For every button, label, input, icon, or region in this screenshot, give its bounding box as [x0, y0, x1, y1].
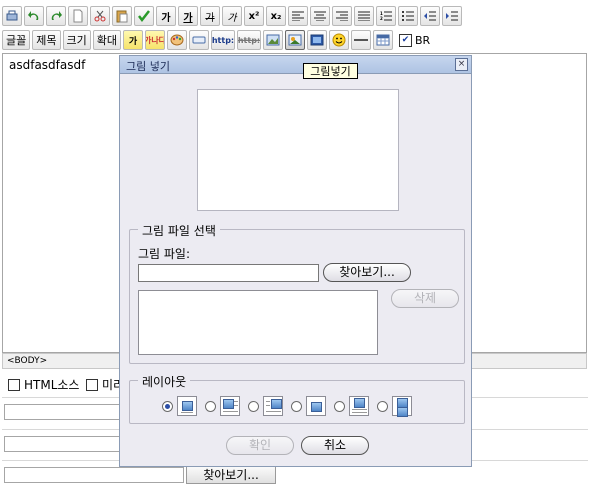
underline-button[interactable]: 가 [178, 6, 198, 26]
cancel-button[interactable]: 취소 [301, 436, 369, 455]
redo-icon[interactable] [46, 6, 66, 26]
image-preview [197, 89, 399, 211]
print-icon[interactable] [2, 6, 22, 26]
bullet-list-icon[interactable] [398, 6, 418, 26]
layout-top-icon [349, 396, 369, 416]
file-path-field[interactable] [4, 467, 184, 483]
align-justify-icon[interactable] [354, 6, 374, 26]
zoom-button[interactable]: 확대 [92, 30, 121, 50]
heading-button[interactable]: 제목 [32, 30, 61, 50]
emoticon-icon[interactable] [329, 30, 349, 50]
delete-button[interactable]: 삭제 [391, 289, 459, 308]
image-file-label: 그림 파일: [138, 247, 191, 261]
layout-left-icon [220, 396, 240, 416]
insert-image-tooltip: 그림넣기 [303, 63, 358, 79]
file-select-legend: 그림 파일 선택 [138, 222, 220, 239]
bold-button[interactable]: 가 [156, 6, 176, 26]
html-source-label: HTML소스 [24, 378, 80, 392]
layout-stacked-icon [392, 396, 412, 417]
layout-right-icon [263, 396, 283, 416]
size-button[interactable]: 크기 [62, 30, 91, 50]
strikethrough-button[interactable]: 가 [200, 6, 220, 26]
indent-icon[interactable] [442, 6, 462, 26]
editor-content[interactable]: asdfasdfasdf [9, 58, 85, 72]
layout-radio-center[interactable] [291, 400, 302, 412]
insert-image-icon[interactable] [285, 30, 305, 50]
layout-center-icon [306, 396, 326, 416]
horizontal-rule-icon[interactable] [351, 30, 371, 50]
undo-icon[interactable] [24, 6, 44, 26]
media-icon[interactable] [307, 30, 327, 50]
br-label: BR [415, 33, 431, 47]
br-checkbox[interactable]: ✔ [399, 33, 412, 47]
html-source-checkbox[interactable] [8, 378, 20, 391]
insert-toolbar: 글꼴 제목 크기 확대 가 가나다 http: http: ✔ BR [2, 29, 430, 51]
remove-link-button[interactable]: http: [237, 30, 261, 50]
align-right-icon[interactable] [332, 6, 352, 26]
subscript-button[interactable]: x₂ [266, 6, 286, 26]
layout-radio-stacked[interactable] [377, 400, 388, 412]
layout-legend: 레이아웃 [138, 373, 191, 390]
br-option[interactable]: ✔ BR [399, 33, 431, 47]
dialog-title: 그림 넣기 [126, 60, 170, 73]
cut-icon[interactable] [90, 6, 110, 26]
paste-icon[interactable] [112, 6, 132, 26]
italic-button[interactable]: 가 [222, 6, 242, 26]
formatting-toolbar: 가 가 가 가 x² x₂ 12 [2, 5, 464, 27]
new-page-icon[interactable] [68, 6, 88, 26]
background-color-button[interactable]: 가나다 [145, 30, 165, 50]
palette-icon[interactable] [167, 30, 187, 50]
image-file-input[interactable] [138, 264, 319, 282]
svg-text:2: 2 [380, 16, 383, 21]
close-icon[interactable]: × [455, 58, 468, 71]
dialog-titlebar[interactable]: 그림 넣기 × [120, 56, 471, 74]
image-file-list[interactable] [138, 290, 378, 355]
html-source-option[interactable]: HTML소스 [8, 376, 79, 393]
browse-button[interactable]: 찾아보기... [186, 466, 276, 484]
preview-checkbox[interactable] [86, 378, 98, 391]
align-left-icon[interactable] [288, 6, 308, 26]
hyperlink-button[interactable]: http: [211, 30, 235, 50]
layout-inline-icon [177, 396, 197, 416]
layout-radio-top[interactable] [334, 400, 345, 412]
image-properties-icon[interactable] [263, 30, 283, 50]
layout-radio-right[interactable] [248, 400, 259, 412]
table-icon[interactable] [373, 30, 393, 50]
layout-radio-left[interactable] [205, 400, 216, 412]
ok-button[interactable]: 확인 [226, 436, 294, 455]
outdent-icon[interactable] [420, 6, 440, 26]
spellcheck-icon[interactable] [134, 6, 154, 26]
font-color-button[interactable]: 가 [123, 30, 143, 50]
browse-image-button[interactable]: 찾아보기... [323, 263, 411, 282]
layout-radio-inline[interactable] [162, 400, 173, 412]
insert-image-dialog: 그림 넣기 × 그림 파일 선택 그림 파일: 찾아보기... 삭제 레이아웃 … [119, 55, 472, 467]
layout-options [162, 396, 420, 417]
align-center-icon[interactable] [310, 6, 330, 26]
numbered-list-icon[interactable]: 12 [376, 6, 396, 26]
form-field-icon[interactable] [189, 30, 209, 50]
superscript-button[interactable]: x² [244, 6, 264, 26]
font-button[interactable]: 글꼴 [2, 30, 31, 50]
